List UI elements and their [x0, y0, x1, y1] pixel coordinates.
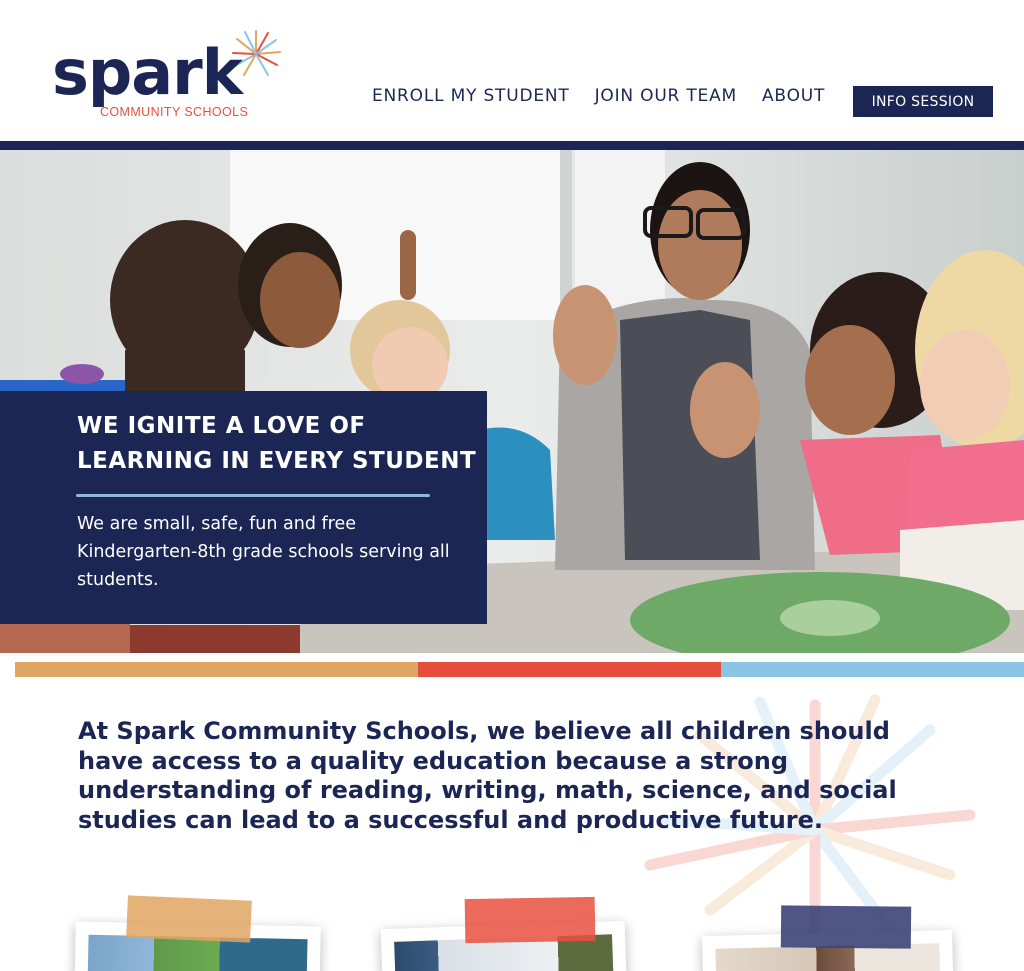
logo-wordmark: spark: [52, 36, 243, 109]
tape-strip-gold: [126, 895, 252, 943]
main-nav: ENROLL MY STUDENT JOIN OUR TEAM ABOUT: [372, 86, 850, 106]
tape-strip-coral: [464, 896, 596, 944]
hero-title: WE IGNITE A LOVE OF LEARNING IN EVERY ST…: [77, 413, 477, 474]
hero-description: We are small, safe, fun and free Kinderg…: [77, 514, 450, 590]
color-band-sky: [721, 662, 1024, 677]
hero-divider: [76, 494, 430, 497]
color-band-gold: [15, 662, 418, 677]
logo-subtitle: COMMUNITY SCHOOLS: [100, 105, 249, 119]
nav-enroll-link[interactable]: ENROLL MY STUDENT: [372, 86, 570, 106]
header-divider: [0, 141, 1024, 150]
color-band-coral: [418, 662, 721, 677]
mission-statement: At Spark Community Schools, we believe a…: [78, 717, 897, 834]
nav-about-link[interactable]: ABOUT: [762, 86, 825, 106]
hero-message-panel: WE IGNITE A LOVE OF LEARNING IN EVERY ST…: [0, 391, 487, 624]
info-session-button[interactable]: INFO SESSION: [853, 86, 993, 117]
spark-logo[interactable]: spark COMMUNITY SCHOOLS: [52, 28, 292, 128]
tape-strip-navy: [780, 905, 912, 949]
site-header: spark COMMUNITY SCHOOLS ENROLL MY STUDEN…: [0, 0, 1024, 141]
nav-join-team-link[interactable]: JOIN OUR TEAM: [595, 86, 737, 106]
hero-section: WE IGNITE A LOVE OF LEARNING IN EVERY ST…: [0, 150, 1024, 653]
